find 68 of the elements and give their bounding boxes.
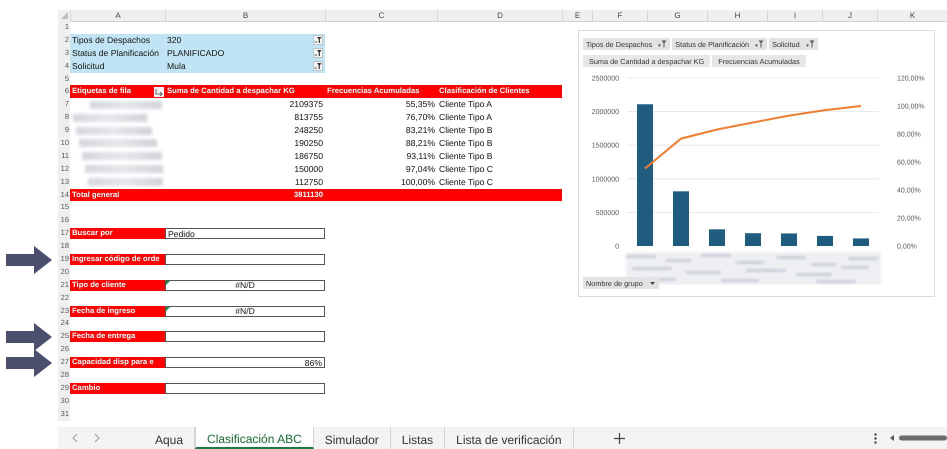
table-cell-text: 2109375 — [288, 98, 324, 112]
table-cell-text: 83,21% — [404, 124, 436, 138]
filter-label: Status de Planificación — [70, 46, 165, 60]
input-field[interactable]: #N/D — [165, 306, 325, 316]
bar — [673, 191, 689, 246]
table-cell-text: 88,21% — [404, 137, 436, 150]
sheet-tab[interactable]: Simulador — [314, 427, 391, 449]
input-field[interactable] — [165, 254, 325, 265]
filter-value: PLANIFICADO — [167, 46, 224, 60]
table-cell-text: Cliente Tipo A — [438, 111, 494, 124]
bar — [709, 229, 725, 246]
column-letter[interactable]: B — [165, 10, 325, 22]
more-options-icon[interactable] — [874, 432, 877, 444]
column-letter[interactable]: E — [562, 10, 592, 22]
table-cell-text: 93,11% — [405, 150, 436, 163]
add-sheet-icon[interactable] — [614, 432, 625, 444]
column-letter[interactable]: J — [822, 10, 877, 22]
bar — [781, 233, 797, 246]
filter-button[interactable] — [313, 35, 323, 46]
table-cell-text: 76,70% — [404, 111, 436, 124]
column-letter[interactable]: A — [70, 10, 165, 22]
table-cell-text: 100,00% — [400, 176, 436, 189]
table-cell-text: 55,35% — [404, 98, 436, 112]
table-cell-text: 248250 — [293, 124, 324, 138]
input-field[interactable] — [165, 382, 325, 394]
filter-label: Tipos de Despachos — [70, 34, 165, 47]
table-cell-text: 150000 — [293, 162, 324, 176]
table-cell-text: Cliente Tipo B — [438, 150, 494, 163]
previous-sheet-icon[interactable] — [72, 433, 79, 443]
table-cell-text: Cliente Tipo A — [438, 98, 494, 112]
sheet-tab[interactable]: Clasificación ABC — [195, 427, 314, 449]
bar — [745, 233, 761, 246]
input-field[interactable]: Pedido — [165, 228, 325, 240]
input-field[interactable]: 86% — [165, 357, 325, 368]
table-cell-text: 186750 — [293, 150, 324, 163]
table-cell-text: 97,04% — [404, 162, 436, 176]
filter-value: 320 — [167, 34, 182, 47]
column-letter[interactable]: C — [325, 10, 437, 22]
filter-icon — [806, 40, 815, 48]
table-cell-text: 112750 — [294, 176, 324, 189]
column-letter[interactable]: G — [647, 10, 707, 22]
table-cell-text: Cliente Tipo C — [438, 162, 494, 176]
table-cell-text: Cliente Tipo B — [438, 124, 494, 138]
table-cell-text: 190250 — [293, 137, 324, 150]
table-cell-text: 813755 — [293, 111, 324, 124]
next-sheet-icon[interactable] — [93, 433, 100, 443]
bar — [853, 238, 869, 246]
column-letter[interactable]: K — [877, 10, 947, 22]
filter-button[interactable] — [313, 61, 323, 72]
filter-icon — [658, 40, 668, 48]
table-cell-text: Cliente Tipo B — [438, 137, 494, 150]
column-letter[interactable]: I — [767, 10, 822, 22]
filter-label: Solicitud — [70, 60, 165, 73]
table-cell-text: Cliente Tipo C — [438, 176, 494, 189]
input-field[interactable] — [165, 331, 325, 342]
horizontal-scrollbar[interactable] — [889, 434, 947, 442]
bar — [817, 236, 833, 246]
filter-button[interactable] — [313, 48, 323, 58]
blurred-label — [90, 100, 162, 109]
sheet-tab[interactable]: Lista de verificación — [445, 427, 574, 449]
input-field[interactable]: #N/D — [165, 280, 325, 291]
filter-value: Mula — [167, 60, 186, 73]
column-letter[interactable]: D — [437, 10, 562, 22]
column-letter[interactable]: F — [592, 10, 647, 22]
column-letter[interactable]: H — [707, 10, 767, 22]
filter-icon — [755, 40, 764, 48]
sort-button[interactable] — [154, 86, 164, 97]
sheet-tab[interactable]: Listas — [390, 427, 446, 449]
